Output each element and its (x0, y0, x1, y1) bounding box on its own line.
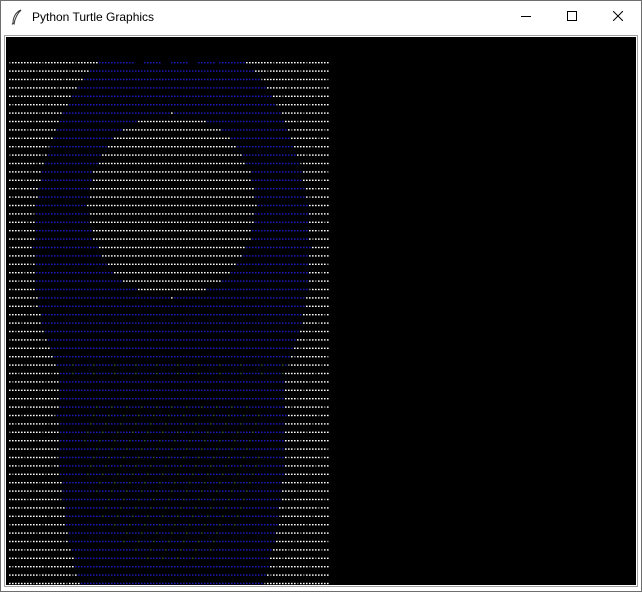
close-icon (612, 8, 624, 26)
window-title: Python Turtle Graphics (32, 9, 155, 24)
close-button[interactable] (595, 1, 641, 32)
maximize-icon (567, 8, 577, 26)
feather-icon (9, 9, 25, 25)
turtle-canvas[interactable] (6, 37, 636, 585)
minimize-icon (521, 8, 531, 26)
canvas-frame (4, 35, 638, 587)
turtle-window: Python Turtle Graphics (0, 0, 642, 592)
minimize-button[interactable] (503, 1, 549, 32)
window-controls (503, 1, 641, 32)
title-bar[interactable]: Python Turtle Graphics (1, 1, 641, 32)
maximize-button[interactable] (549, 1, 595, 32)
turtle-drawing (9, 62, 329, 585)
